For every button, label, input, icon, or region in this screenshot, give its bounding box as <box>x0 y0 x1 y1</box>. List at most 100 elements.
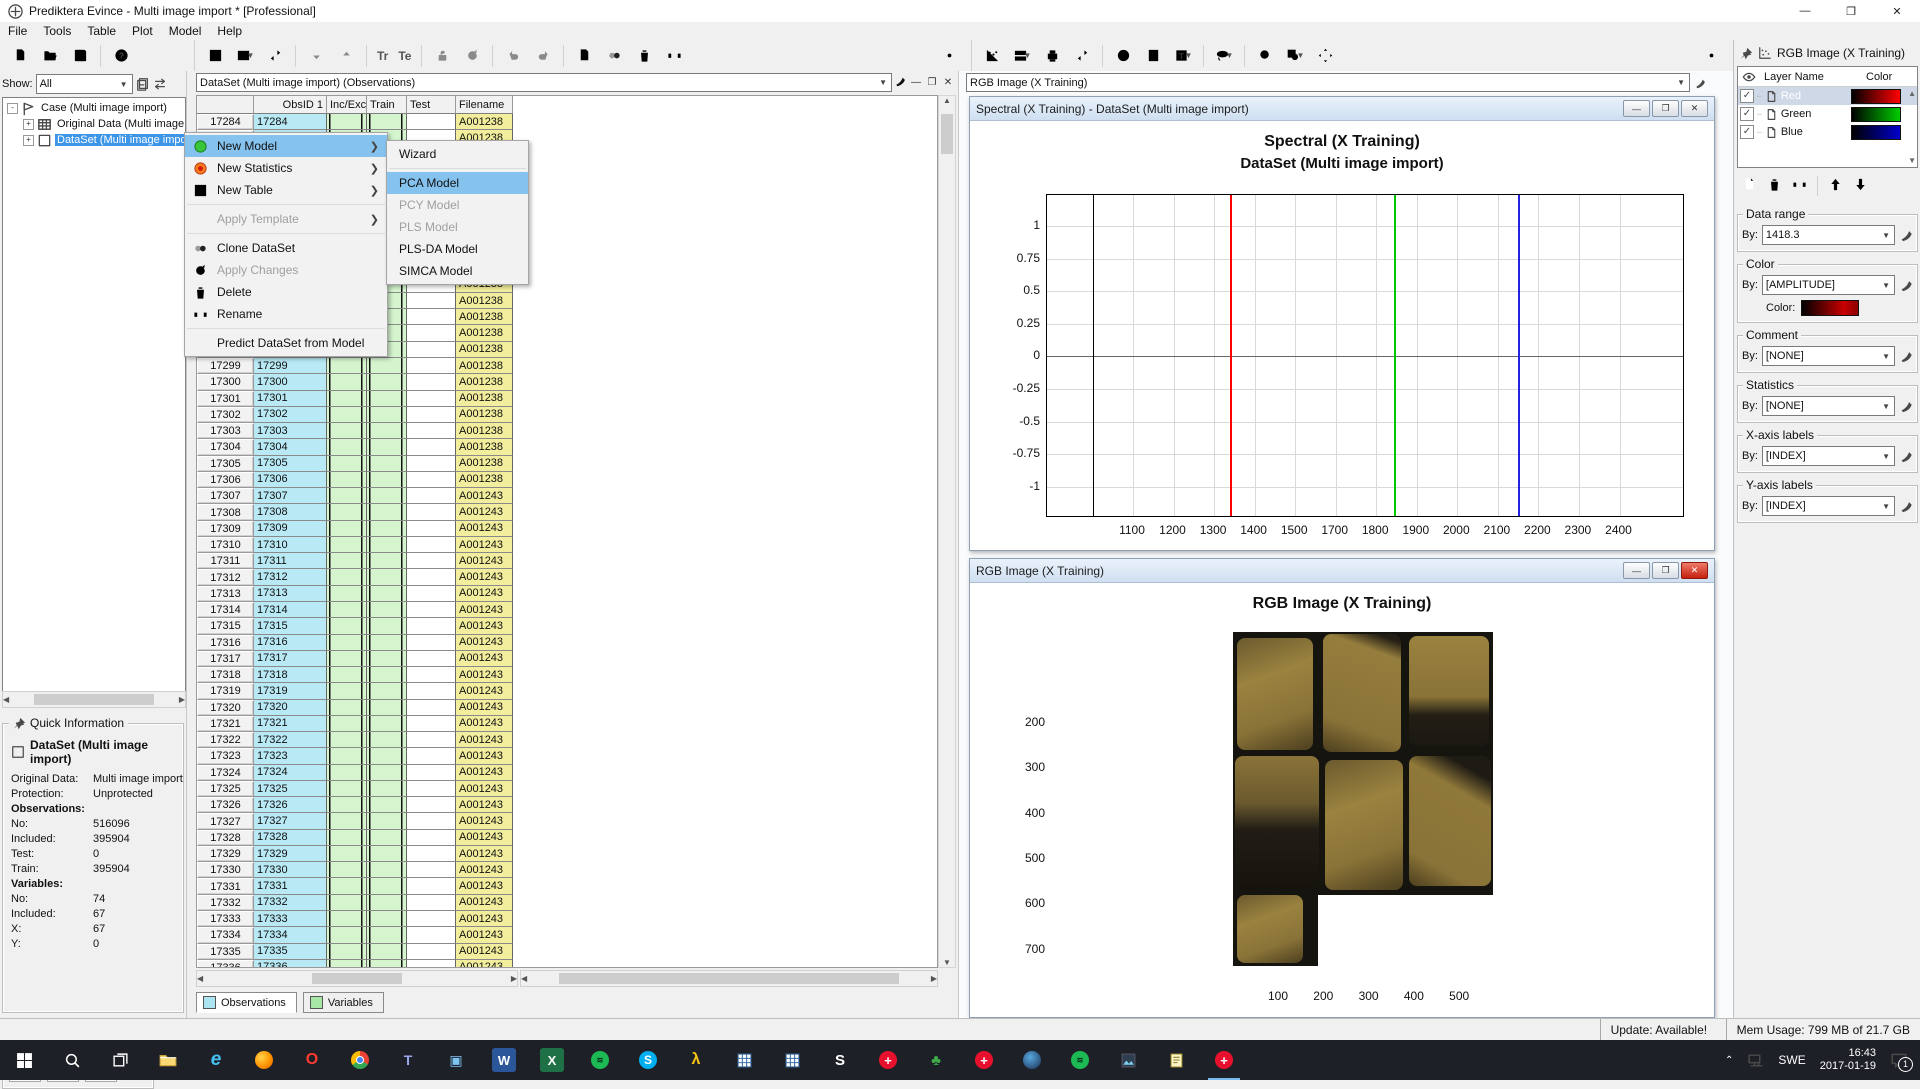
context-menu-item[interactable]: Clone DataSet <box>185 237 387 259</box>
row-header-cell[interactable]: 17323 <box>197 748 254 764</box>
filename-cell[interactable]: A001243 <box>456 732 513 748</box>
toolbar-grid-button[interactable] <box>203 44 227 68</box>
taskbar-photos-icon[interactable] <box>1104 1040 1152 1080</box>
taskbar-spotify-2-icon[interactable]: ≋ <box>1056 1040 1104 1080</box>
filename-cell[interactable]: A001243 <box>456 781 513 797</box>
menu-file[interactable]: File <box>0 23 35 39</box>
test-cell[interactable] <box>407 325 456 341</box>
train-cell[interactable] <box>367 553 407 569</box>
test-cell[interactable] <box>407 960 456 967</box>
obsid-cell[interactable]: 17300 <box>254 374 327 390</box>
table-selector[interactable]: DataSet (Multi image import) (Observatio… <box>196 73 892 92</box>
test-cell[interactable] <box>407 895 456 911</box>
menu-tools[interactable]: Tools <box>35 23 79 39</box>
filename-cell[interactable]: A001238 <box>456 407 513 423</box>
toolbar-swap-button[interactable] <box>1070 44 1094 68</box>
data-range-select[interactable]: 1418.3▼ <box>1762 225 1895 245</box>
test-cell[interactable] <box>407 765 456 781</box>
incexc-cell[interactable] <box>327 862 367 878</box>
train-cell[interactable] <box>367 586 407 602</box>
obsid-cell[interactable]: 17320 <box>254 700 327 716</box>
obsid-cell[interactable]: 17325 <box>254 781 327 797</box>
panel-pin-icon[interactable] <box>1740 47 1753 60</box>
filename-cell[interactable]: A001243 <box>456 504 513 520</box>
table-row[interactable]: 17300 17300 A001238 <box>197 374 937 390</box>
move-layer-down-button[interactable] <box>1853 177 1868 195</box>
incexc-cell[interactable] <box>327 423 367 439</box>
column-header-Inc/Exc[interactable]: Inc/Exc <box>327 96 367 114</box>
layer-color-swatch[interactable] <box>1851 107 1901 122</box>
test-cell[interactable] <box>407 878 456 894</box>
train-cell[interactable] <box>367 944 407 960</box>
incexc-cell[interactable] <box>327 944 367 960</box>
layer-color-swatch[interactable] <box>1851 125 1901 140</box>
row-header-cell[interactable]: 17300 <box>197 374 254 390</box>
filename-cell[interactable]: A001243 <box>456 765 513 781</box>
train-cell[interactable] <box>367 781 407 797</box>
obsid-cell[interactable]: 17308 <box>254 504 327 520</box>
test-cell[interactable] <box>407 374 456 390</box>
table-row[interactable]: 17331 17331 A001243 <box>197 878 937 894</box>
row-header-cell[interactable]: 17312 <box>197 569 254 585</box>
table-settings-gear-icon[interactable] <box>937 44 961 68</box>
obsid-cell[interactable]: 17317 <box>254 651 327 667</box>
table-row[interactable]: 17332 17332 A001243 <box>197 895 937 911</box>
row-header-cell[interactable]: 17307 <box>197 488 254 504</box>
filename-cell[interactable]: A001238 <box>456 114 513 130</box>
project-tree[interactable]: - Case (Multi image import) + Original D… <box>2 97 186 693</box>
toolbar-window-button[interactable]: ▼ <box>233 44 257 68</box>
rename-layer-button[interactable] <box>1792 177 1807 195</box>
toolbar-help-button[interactable]: ? <box>109 44 133 68</box>
row-header-cell[interactable]: 17336 <box>197 960 254 967</box>
incexc-cell[interactable] <box>327 553 367 569</box>
test-cell[interactable] <box>407 358 456 374</box>
plot-settings-gear-icon[interactable] <box>1699 44 1723 68</box>
incexc-cell[interactable] <box>327 895 367 911</box>
train-cell[interactable] <box>367 602 407 618</box>
tab-variables[interactable]: Variables <box>303 992 384 1013</box>
table-row[interactable]: 17309 17309 A001243 <box>197 521 937 537</box>
obsid-cell[interactable]: 17326 <box>254 797 327 813</box>
layer-color-swatch[interactable] <box>1851 89 1901 104</box>
taskbar-evince-2-icon[interactable]: + <box>960 1040 1008 1080</box>
table-row[interactable]: 17323 17323 A001243 <box>197 748 937 764</box>
toolbar-lasso-button[interactable]: ▼ <box>1212 44 1236 68</box>
menu-plot[interactable]: Plot <box>124 23 161 39</box>
taskbar-search-icon[interactable] <box>48 1040 96 1080</box>
table-row[interactable]: 17304 17304 A001238 <box>197 439 937 455</box>
incexc-cell[interactable] <box>327 456 367 472</box>
obsid-cell[interactable]: 17305 <box>254 456 327 472</box>
collapse-tree-icon[interactable] <box>136 77 150 91</box>
add-layer-button[interactable] <box>1742 177 1757 195</box>
test-cell[interactable] <box>407 732 456 748</box>
pin-link-icon[interactable] <box>1899 278 1913 292</box>
row-header-cell[interactable]: 17325 <box>197 781 254 797</box>
column-header-Test[interactable]: Test <box>407 96 456 114</box>
filename-cell[interactable]: A001243 <box>456 716 513 732</box>
obsid-cell[interactable]: 17324 <box>254 765 327 781</box>
incexc-cell[interactable] <box>327 472 367 488</box>
filename-cell[interactable]: A001243 <box>456 553 513 569</box>
train-cell[interactable] <box>367 716 407 732</box>
obsid-cell[interactable]: 17313 <box>254 586 327 602</box>
table-row[interactable]: 17335 17335 A001243 <box>197 944 937 960</box>
taskbar-spotify-icon[interactable]: ≋ <box>576 1040 624 1080</box>
table-row[interactable]: 17311 17311 A001243 <box>197 553 937 569</box>
filename-cell[interactable]: A001243 <box>456 878 513 894</box>
context-menu-item[interactable]: Apply Changes <box>185 259 387 281</box>
sync-tree-icon[interactable] <box>153 77 167 91</box>
incexc-cell[interactable] <box>327 700 367 716</box>
test-cell[interactable] <box>407 439 456 455</box>
table-row[interactable]: 17330 17330 A001243 <box>197 862 937 878</box>
filename-cell[interactable]: A001243 <box>456 521 513 537</box>
toolbar-trash-button[interactable] <box>632 44 656 68</box>
obsid-cell[interactable]: 17328 <box>254 830 327 846</box>
incexc-cell[interactable] <box>327 813 367 829</box>
test-cell[interactable] <box>407 504 456 520</box>
toolbar-new-file-button[interactable] <box>572 44 596 68</box>
row-header-cell[interactable]: 17309 <box>197 521 254 537</box>
obsid-cell[interactable]: 17284 <box>254 114 327 130</box>
context-menu-item[interactable]: Apply Template❯ <box>185 208 387 230</box>
move-layer-up-button[interactable] <box>1828 177 1843 195</box>
table-row[interactable]: 17314 17314 A001243 <box>197 602 937 618</box>
